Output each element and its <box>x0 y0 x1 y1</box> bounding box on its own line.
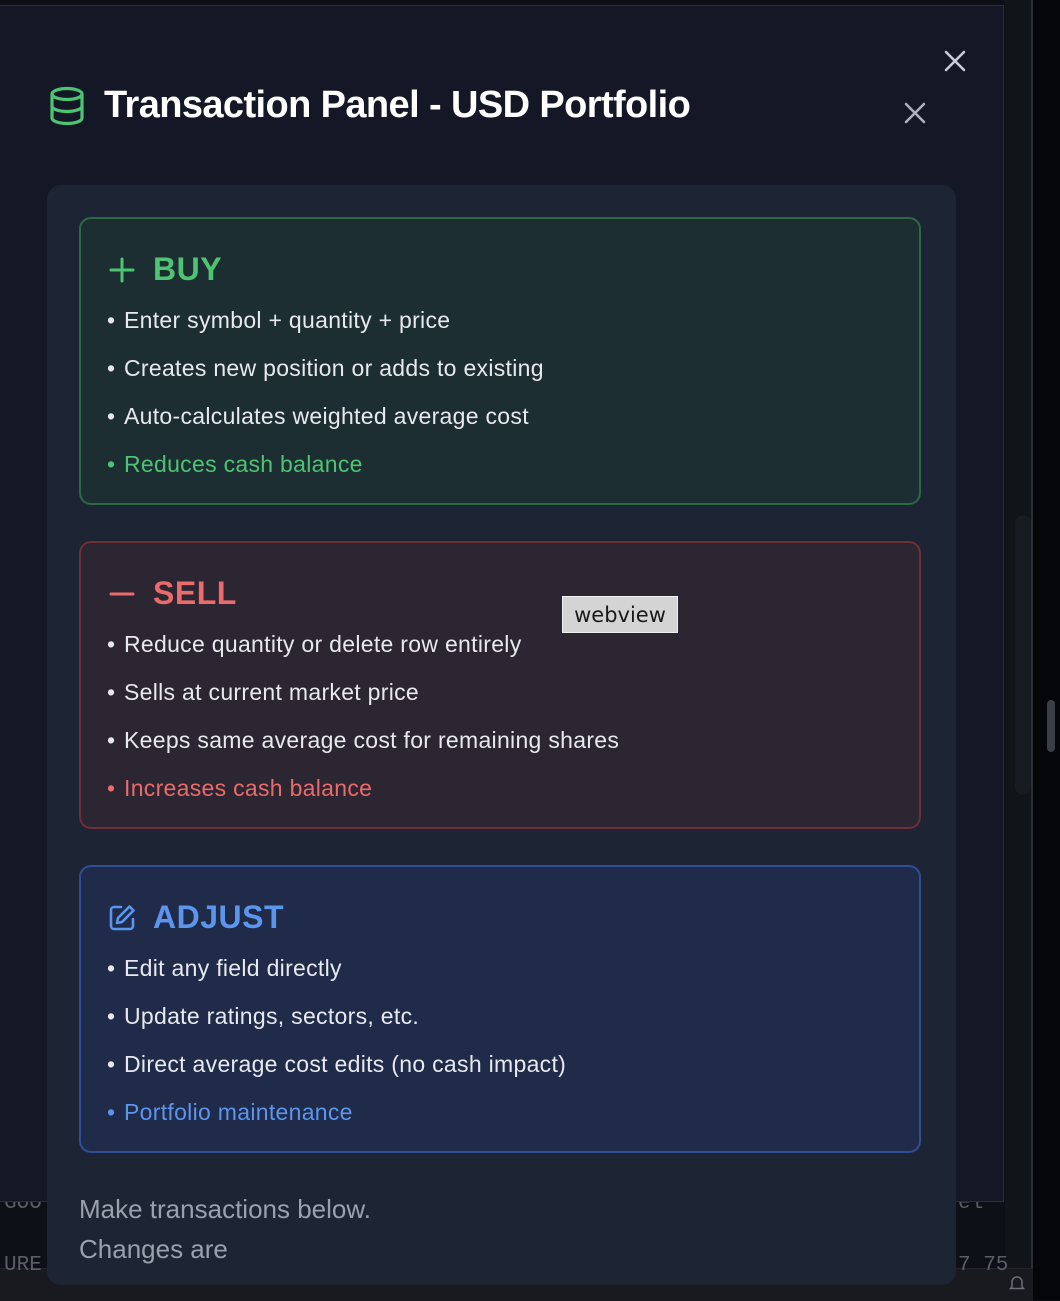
modal-title: Transaction Panel - USD Portfolio <box>104 84 691 126</box>
list-item: • Keeps same average cost for remaining s… <box>107 727 619 775</box>
background-panel-block <box>1015 515 1031 795</box>
bullet: • <box>107 955 116 981</box>
list-item: • Reduce quantity or delete row entirely <box>107 631 619 679</box>
adjust-card-list: • Edit any field directly • Update ratings… <box>107 955 566 1147</box>
transaction-info-panel: BUY • Enter symbol + quantity + price • Cr… <box>47 185 956 1285</box>
list-item-text: Sells at current market price <box>124 679 420 705</box>
bullet: • <box>107 1003 116 1029</box>
list-item: • Direct average cost edits (no cash impa… <box>107 1051 566 1099</box>
window-edge <box>1033 0 1060 1300</box>
list-item-text: Keeps same average cost for remaining sh… <box>124 727 620 753</box>
instructions-text: Make transactions below. Changes are <box>79 1194 371 1264</box>
background-text-peek: URE <box>4 1254 42 1277</box>
webview-tooltip: webview <box>562 596 678 633</box>
buy-card-title: BUY <box>153 251 223 287</box>
list-item-accent: • Increases cash balance <box>107 775 619 823</box>
buy-card-header: BUY <box>107 251 222 288</box>
adjust-card-header: ADJUST <box>107 899 284 936</box>
background-text-peek: 7 75 <box>958 1254 1009 1277</box>
close-icon[interactable] <box>900 98 930 128</box>
plus-icon <box>107 255 137 285</box>
list-item: • Enter symbol + quantity + price <box>107 307 544 355</box>
bullet: • <box>107 631 116 657</box>
list-item-text: Direct average cost edits (no cash impac… <box>124 1051 567 1077</box>
modal-header: Transaction Panel - USD Portfolio <box>48 84 691 127</box>
list-item-text: Update ratings, sectors, etc. <box>124 1003 420 1029</box>
close-icon[interactable] <box>940 46 970 76</box>
list-item-accent: • Reduces cash balance <box>107 451 544 499</box>
sell-card-list: • Reduce quantity or delete row entirely … <box>107 631 619 823</box>
bullet: • <box>107 1099 116 1125</box>
list-item-text: Reduces cash balance <box>124 451 363 477</box>
scrollbar-thumb[interactable] <box>1047 700 1055 752</box>
list-item: • Update ratings, sectors, etc. <box>107 1003 566 1051</box>
list-item-text: Portfolio maintenance <box>124 1099 353 1125</box>
sell-card-header: SELL <box>107 575 237 612</box>
list-item-text: Enter symbol + quantity + price <box>124 307 451 333</box>
bell-icon[interactable] <box>1008 1274 1026 1292</box>
buy-card: BUY • Enter symbol + quantity + price • Cr… <box>79 217 921 505</box>
list-item: • Auto-calculates weighted average cost <box>107 403 544 451</box>
list-item-text: Reduce quantity or delete row entirely <box>124 631 522 657</box>
list-item-text: Auto-calculates weighted average cost <box>124 403 529 429</box>
database-icon <box>48 86 86 126</box>
bullet: • <box>107 1051 116 1077</box>
list-item: • Creates new position or adds to existin… <box>107 355 544 403</box>
minus-icon <box>107 579 137 609</box>
bullet: • <box>107 355 116 381</box>
bullet: • <box>107 403 116 429</box>
buy-card-list: • Enter symbol + quantity + price • Create… <box>107 307 544 499</box>
bullet: • <box>107 307 116 333</box>
list-item: • Edit any field directly <box>107 955 566 1003</box>
adjust-card-title: ADJUST <box>153 899 285 935</box>
bullet: • <box>107 679 116 705</box>
background-side-panel <box>1005 0 1033 1270</box>
sell-card: SELL • Reduce quantity or delete row enti… <box>79 541 921 829</box>
adjust-card: ADJUST • Edit any field directly • Update … <box>79 865 921 1153</box>
edit-icon <box>107 903 137 933</box>
list-item-accent: • Portfolio maintenance <box>107 1099 566 1147</box>
list-item-text: Edit any field directly <box>124 955 342 981</box>
bullet: • <box>107 727 116 753</box>
transaction-modal: Transaction Panel - USD Portfolio BUY • E… <box>0 5 1004 1285</box>
bullet: • <box>107 775 116 801</box>
list-item: • Sells at current market price <box>107 679 619 727</box>
sell-card-title: SELL <box>153 575 237 611</box>
list-item-text: Creates new position or adds to existing <box>124 355 544 381</box>
list-item-text: Increases cash balance <box>124 775 373 801</box>
bullet: • <box>107 451 116 477</box>
